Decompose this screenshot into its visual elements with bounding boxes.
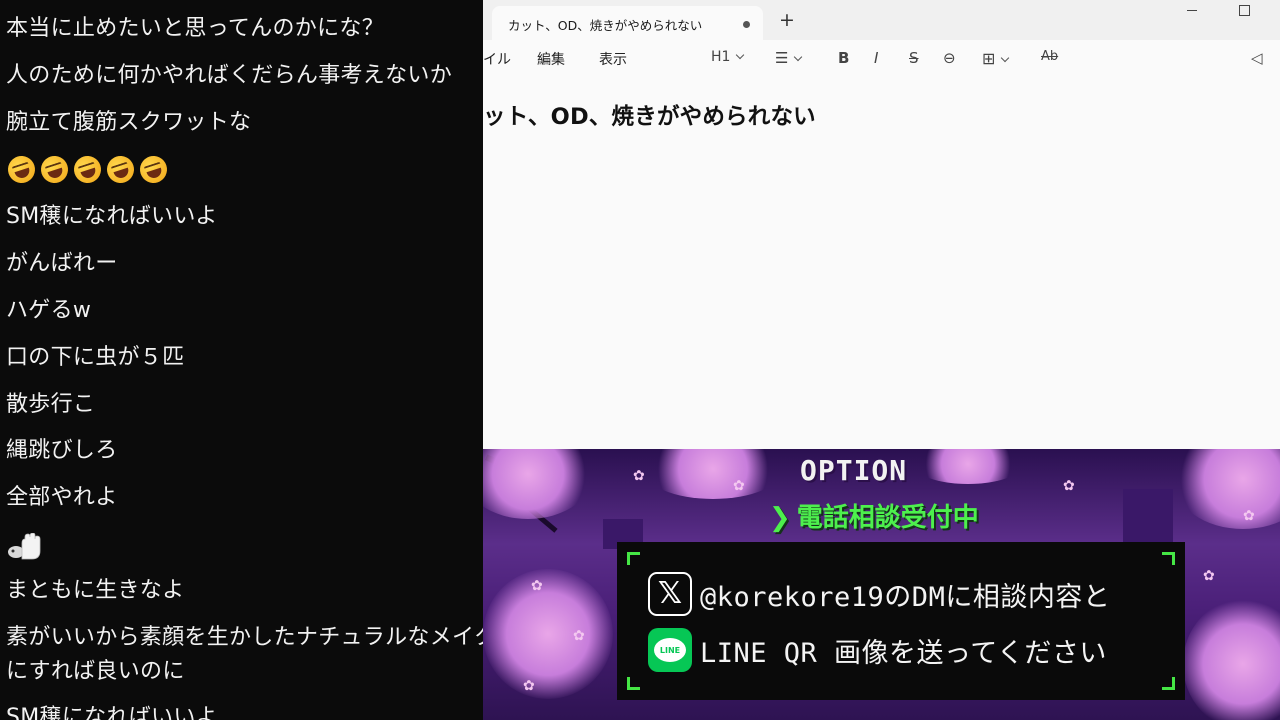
banner-subtitle-text: 電話相談受付中 bbox=[796, 503, 979, 533]
chat-message: にすれば良いのに bbox=[6, 659, 185, 684]
heading-dropdown[interactable]: H1 bbox=[711, 49, 745, 65]
chat-message: ハゲるw bbox=[6, 298, 92, 323]
petal-decoration: ✿ bbox=[523, 678, 535, 694]
list-dropdown[interactable]: ☰ bbox=[775, 49, 803, 67]
chat-message: SM穣になればいいよ bbox=[6, 204, 218, 229]
blossom-decoration bbox=[913, 449, 1023, 484]
corner-bracket bbox=[1162, 677, 1175, 690]
petal-decoration: ✿ bbox=[1063, 478, 1075, 494]
banner-title: OPTION bbox=[800, 454, 908, 487]
unsaved-dot-icon[interactable] bbox=[743, 21, 750, 28]
spellcheck-icon[interactable]: Ab bbox=[1041, 49, 1058, 64]
menu-file[interactable]: イル bbox=[483, 49, 511, 69]
title-bar: カット、OD、焼きがやめられない + bbox=[483, 0, 1280, 40]
petal-decoration: ✿ bbox=[1243, 508, 1255, 524]
chat-message: 本当に止めたいと思ってんのかにな？ bbox=[6, 16, 385, 41]
table-icon: ⊞ bbox=[982, 49, 996, 68]
chat-message: まともに生きなよ bbox=[6, 578, 185, 603]
contact-x-text: @korekore19のDMに相談内容と bbox=[700, 581, 1111, 613]
petal-decoration: ✿ bbox=[1203, 568, 1215, 584]
stream-banner: ✿ ✿ ✿ ✿ ✿ ✿ ✿ ✿ OPTION ❯ 電話相談受付中 𝕏 @korek… bbox=[483, 449, 1280, 720]
contact-row-line: LINE LINE QR 画像を送ってください bbox=[648, 628, 1107, 672]
laughing-emoji-icon bbox=[136, 152, 171, 187]
arrow-right-icon: ❯ bbox=[769, 503, 791, 533]
blossom-decoration bbox=[1173, 449, 1280, 529]
banner-subtitle: ❯ 電話相談受付中 bbox=[769, 497, 979, 534]
petal-decoration: ✿ bbox=[531, 578, 543, 594]
table-dropdown[interactable]: ⊞ bbox=[982, 49, 1010, 68]
corner-bracket bbox=[627, 552, 640, 565]
link-icon[interactable]: ⊖ bbox=[943, 49, 956, 67]
menu-bar: イル 編集 表示 H1 ☰ B I S ⊖ ⊞ Ab ◁ bbox=[483, 40, 1280, 76]
chat-overlay: 本当に止めたいと思ってんのかにな？ 人のために何かやればくだらん事考えないか 腕… bbox=[0, 0, 483, 720]
laughing-emoji-icon bbox=[4, 152, 39, 187]
notepad-window: カット、OD、焼きがやめられない + イル 編集 表示 H1 ☰ B I S ⊖… bbox=[483, 0, 1280, 449]
italic-button[interactable]: I bbox=[874, 49, 878, 67]
contact-line-text: LINE QR 画像を送ってください bbox=[700, 637, 1107, 669]
line-logo-label: LINE bbox=[654, 638, 686, 662]
chat-message: 口の下に虫が５匹 bbox=[6, 345, 185, 370]
menu-view[interactable]: 表示 bbox=[599, 49, 627, 69]
chat-message: 散歩行こ bbox=[6, 392, 96, 417]
contact-info-box: 𝕏 @korekore19のDMに相談内容と LINE LINE QR 画像を送… bbox=[617, 542, 1185, 700]
contact-row-x: 𝕏 @korekore19のDMに相談内容と bbox=[648, 572, 1110, 616]
chat-message: 素がいいから素顔を生かしたナチュラルなメイク bbox=[6, 625, 483, 650]
petal-decoration: ✿ bbox=[633, 468, 645, 484]
blossom-decoration bbox=[643, 449, 783, 499]
chat-message: SM穣になればいいよ bbox=[6, 705, 218, 720]
menu-edit[interactable]: 編集 bbox=[537, 49, 565, 69]
list-icon: ☰ bbox=[775, 49, 789, 67]
announcement-icon[interactable]: ◁ bbox=[1251, 49, 1263, 67]
laughing-emoji-icon bbox=[37, 152, 72, 187]
blossom-decoration bbox=[483, 569, 613, 699]
petal-decoration: ✿ bbox=[573, 628, 585, 644]
laughing-emoji-icon bbox=[103, 152, 138, 187]
chat-message: 腕立て腹筋スクワットな bbox=[6, 110, 252, 135]
new-tab-button[interactable]: + bbox=[779, 10, 795, 30]
laughing-emoji-icon bbox=[70, 152, 105, 187]
minimize-icon[interactable] bbox=[1187, 10, 1197, 11]
petal-decoration: ✿ bbox=[733, 478, 745, 494]
maximize-icon[interactable] bbox=[1239, 5, 1250, 16]
chevron-down-icon bbox=[1001, 53, 1010, 63]
chat-message-emojis bbox=[4, 152, 171, 187]
bold-button[interactable]: B bbox=[838, 49, 849, 67]
tab-title: カット、OD、焼きがやめられない bbox=[508, 18, 703, 33]
heading-label: H1 bbox=[711, 49, 731, 65]
chevron-down-icon bbox=[794, 52, 803, 62]
chat-message: がんばれー bbox=[6, 251, 118, 276]
blossom-decoration bbox=[483, 449, 593, 519]
blossom-decoration bbox=[1183, 599, 1280, 720]
strikethrough-button[interactable]: S bbox=[909, 49, 919, 67]
chevron-down-icon bbox=[736, 50, 745, 60]
waving-hand-icon bbox=[8, 533, 41, 560]
document-tab[interactable]: カット、OD、焼きがやめられない bbox=[492, 6, 763, 40]
x-logo-icon: 𝕏 bbox=[648, 572, 692, 616]
line-logo-icon: LINE bbox=[648, 628, 692, 672]
corner-bracket bbox=[1162, 552, 1175, 565]
corner-bracket bbox=[627, 677, 640, 690]
chat-message: 全部やれよ bbox=[6, 485, 118, 510]
pixel-decoration bbox=[1123, 489, 1173, 549]
chat-message: 人のために何かやればくだらん事考えないか bbox=[6, 63, 453, 88]
chat-message: 縄跳びしろ bbox=[6, 438, 118, 463]
document-heading[interactable]: ット、OD、焼きがやめられない bbox=[483, 99, 816, 131]
